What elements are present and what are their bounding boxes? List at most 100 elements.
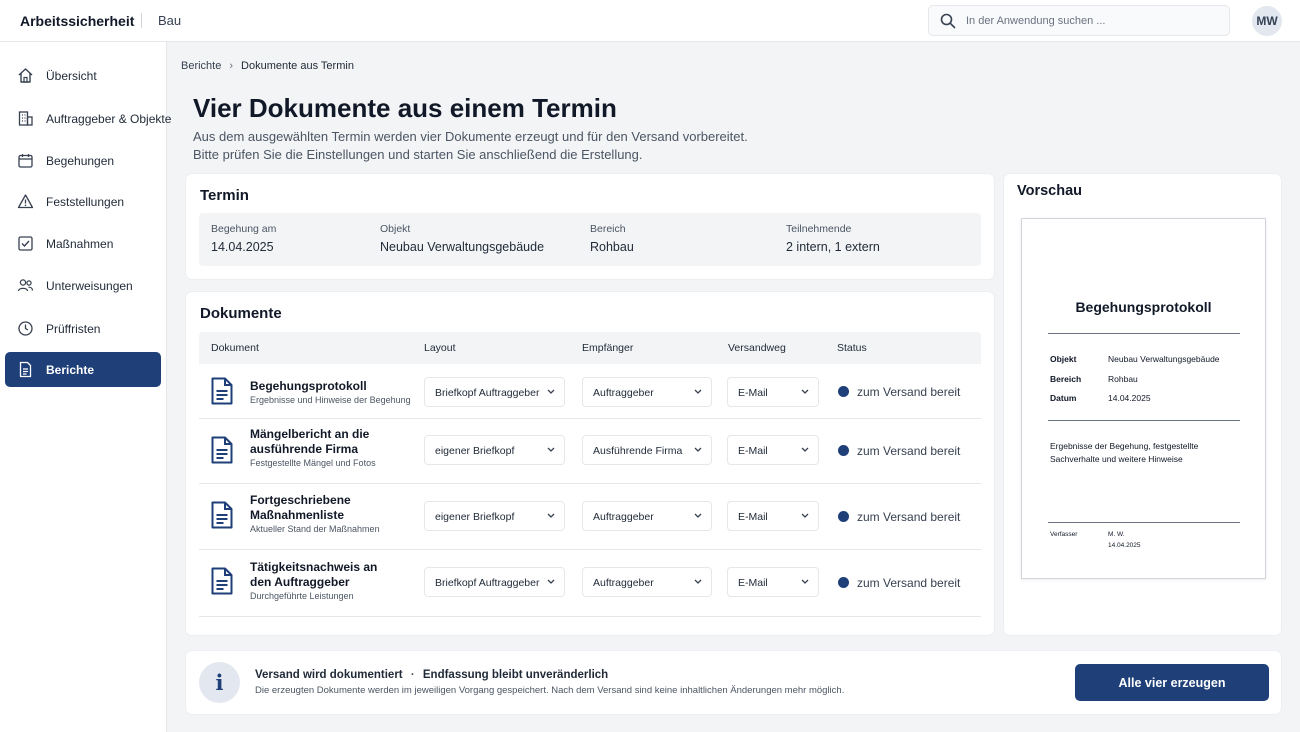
channel-select[interactable]: E-Mail [727,567,819,597]
app-title[interactable]: Arbeitssicherheit [20,13,134,29]
layout-select[interactable]: eigener Briefkopf [424,501,565,531]
column-header-status: Status [837,342,867,354]
preview-doc-title: Begehungsprotokoll [1075,299,1212,315]
recipient-select[interactable]: Auftraggeber [582,377,712,407]
divider [1048,333,1240,334]
recipient-select[interactable]: Auftraggeber [582,567,712,597]
document-icon [211,377,233,405]
status-text: zum Versand bereit [857,576,961,590]
field-label: Begehung am [211,223,277,235]
chevron-down-icon [694,579,702,584]
chevron-down-icon [547,579,555,584]
field-label: Objekt [380,223,411,235]
column-header-document: Dokument [211,342,259,354]
sidebar-item-label: Auftraggeber & Objekte [46,112,172,126]
preview-field-label: Bereich [1050,374,1082,384]
sidebar-item-unterweisungen[interactable]: Unterweisungen [5,268,161,303]
chevron-down-icon [801,513,809,518]
chevron-right-icon: › [229,60,234,72]
preview-field-label: Datum [1050,393,1077,403]
search-box[interactable] [928,5,1230,36]
generate-all-button[interactable]: Alle vier erzeugen [1075,664,1269,701]
sidebar-item-massnahmen[interactable]: Maßnahmen [5,226,161,261]
chevron-down-icon [694,389,702,394]
channel-select[interactable]: E-Mail [727,377,819,407]
select-value: E-Mail [738,387,768,399]
chevron-down-icon [547,513,555,518]
warning-icon [17,194,34,209]
building-icon [18,111,33,126]
sidebar-item-label: Maßnahmen [46,237,114,251]
sidebar-item-label: Berichte [46,363,95,377]
document-description: Festgestellte Mängel und Fotos [250,458,376,468]
search-input[interactable] [966,11,1221,31]
intro-line-1: Aus dem ausgewählten Termin werden vier … [193,129,748,144]
sidebar-item-label: Übersicht [46,69,97,83]
chevron-down-icon [547,389,555,394]
document-icon [211,567,233,595]
layout-select[interactable]: Briefkopf Auftraggeber [424,377,565,407]
sidebar-item-prueffristen[interactable]: Prüffristen [5,311,161,346]
footer-title: Versand wird dokumentiert · Endfassung b… [255,669,608,681]
recipient-select[interactable]: Ausführende Firma [582,435,712,465]
table-row: Fortgeschriebene Maßnahmenliste Aktuelle… [199,484,981,550]
sidebar-item-label: Prüffristen [46,322,101,336]
document-name: Tätigkeitsnachweis an den Auftraggeber [250,560,378,589]
title-divider [141,13,142,28]
document-description: Aktueller Stand der Maßnahmen [250,524,380,534]
preview-card: Vorschau Begehungsprotokoll Objekt Neuba… [1004,174,1281,635]
column-header-recipient: Empfänger [582,342,634,354]
document-description: Durchgeführte Leistungen [250,591,354,601]
layout-select[interactable]: eigener Briefkopf [424,435,565,465]
termin-details: Begehung am 14.04.2025 Objekt Neubau Ver… [199,213,981,266]
select-value: eigener Briefkopf [435,511,515,523]
chevron-down-icon [801,389,809,394]
status-dot [838,386,849,397]
calendar-icon [18,154,33,168]
sidebar-item-berichte[interactable]: Berichte [5,352,161,387]
termin-field-object: Objekt Neubau Verwaltungsgebäude [380,223,544,254]
select-value: Briefkopf Auftraggeber [435,387,540,399]
sidebar-item-label: Unterweisungen [46,279,133,293]
layout-select[interactable]: Briefkopf Auftraggeber [424,567,565,597]
breadcrumb-parent[interactable]: Berichte [181,60,221,72]
document-icon [211,436,233,464]
sidebar-item-begehungen[interactable]: Begehungen [5,143,161,178]
breadcrumb-current: Dokumente aus Termin [241,60,354,72]
document-icon [19,361,32,378]
preview-author-date: 14.04.2025 [1108,542,1141,549]
preview-text: Ergebnisse der Begehung, festgestellte S… [1050,441,1199,464]
select-value: E-Mail [738,577,768,589]
document-name: Fortgeschriebene Maßnahmenliste [250,493,351,522]
preview-field-value: 14.04.2025 [1108,393,1151,403]
table-row: Mängelbericht an die ausführende Firma F… [199,419,981,484]
sidebar-item-feststellungen[interactable]: Feststellungen [5,184,161,219]
sidebar-item-uebersicht[interactable]: Übersicht [5,58,161,93]
select-value: Ausführende Firma [593,445,683,457]
select-value: eigener Briefkopf [435,445,515,457]
termin-field-participants: Teilnehmende 2 intern, 1 extern [786,223,880,254]
user-avatar[interactable]: MW [1252,6,1282,36]
preview-document[interactable]: Begehungsprotokoll Objekt Neubau Verwalt… [1021,218,1266,579]
info-glyph: i [215,670,224,695]
document-name: Begehungsprotokoll [250,379,367,393]
field-label: Bereich [590,223,626,235]
breadcrumb: Berichte › Dokumente aus Termin [181,60,354,72]
channel-select[interactable]: E-Mail [727,501,819,531]
home-icon [18,68,33,83]
divider [1048,522,1240,523]
select-value: Auftraggeber [593,511,654,523]
select-value: E-Mail [738,511,768,523]
sidebar-item-auftraggeber[interactable]: Auftraggeber & Objekte [5,101,171,136]
status-dot [838,445,849,456]
page-intro: Aus dem ausgewählten Termin werden vier … [193,128,793,163]
column-header-layout: Layout [424,342,456,354]
termin-field-area: Bereich Rohbau [590,223,634,254]
termin-heading: Termin [200,187,249,204]
select-value: Briefkopf Auftraggeber [435,577,540,589]
select-value: Auftraggeber [593,577,654,589]
chevron-down-icon [694,513,702,518]
channel-select[interactable]: E-Mail [727,435,819,465]
documents-table-header: Dokument Layout Empfänger Versandweg Sta… [199,332,981,364]
recipient-select[interactable]: Auftraggeber [582,501,712,531]
